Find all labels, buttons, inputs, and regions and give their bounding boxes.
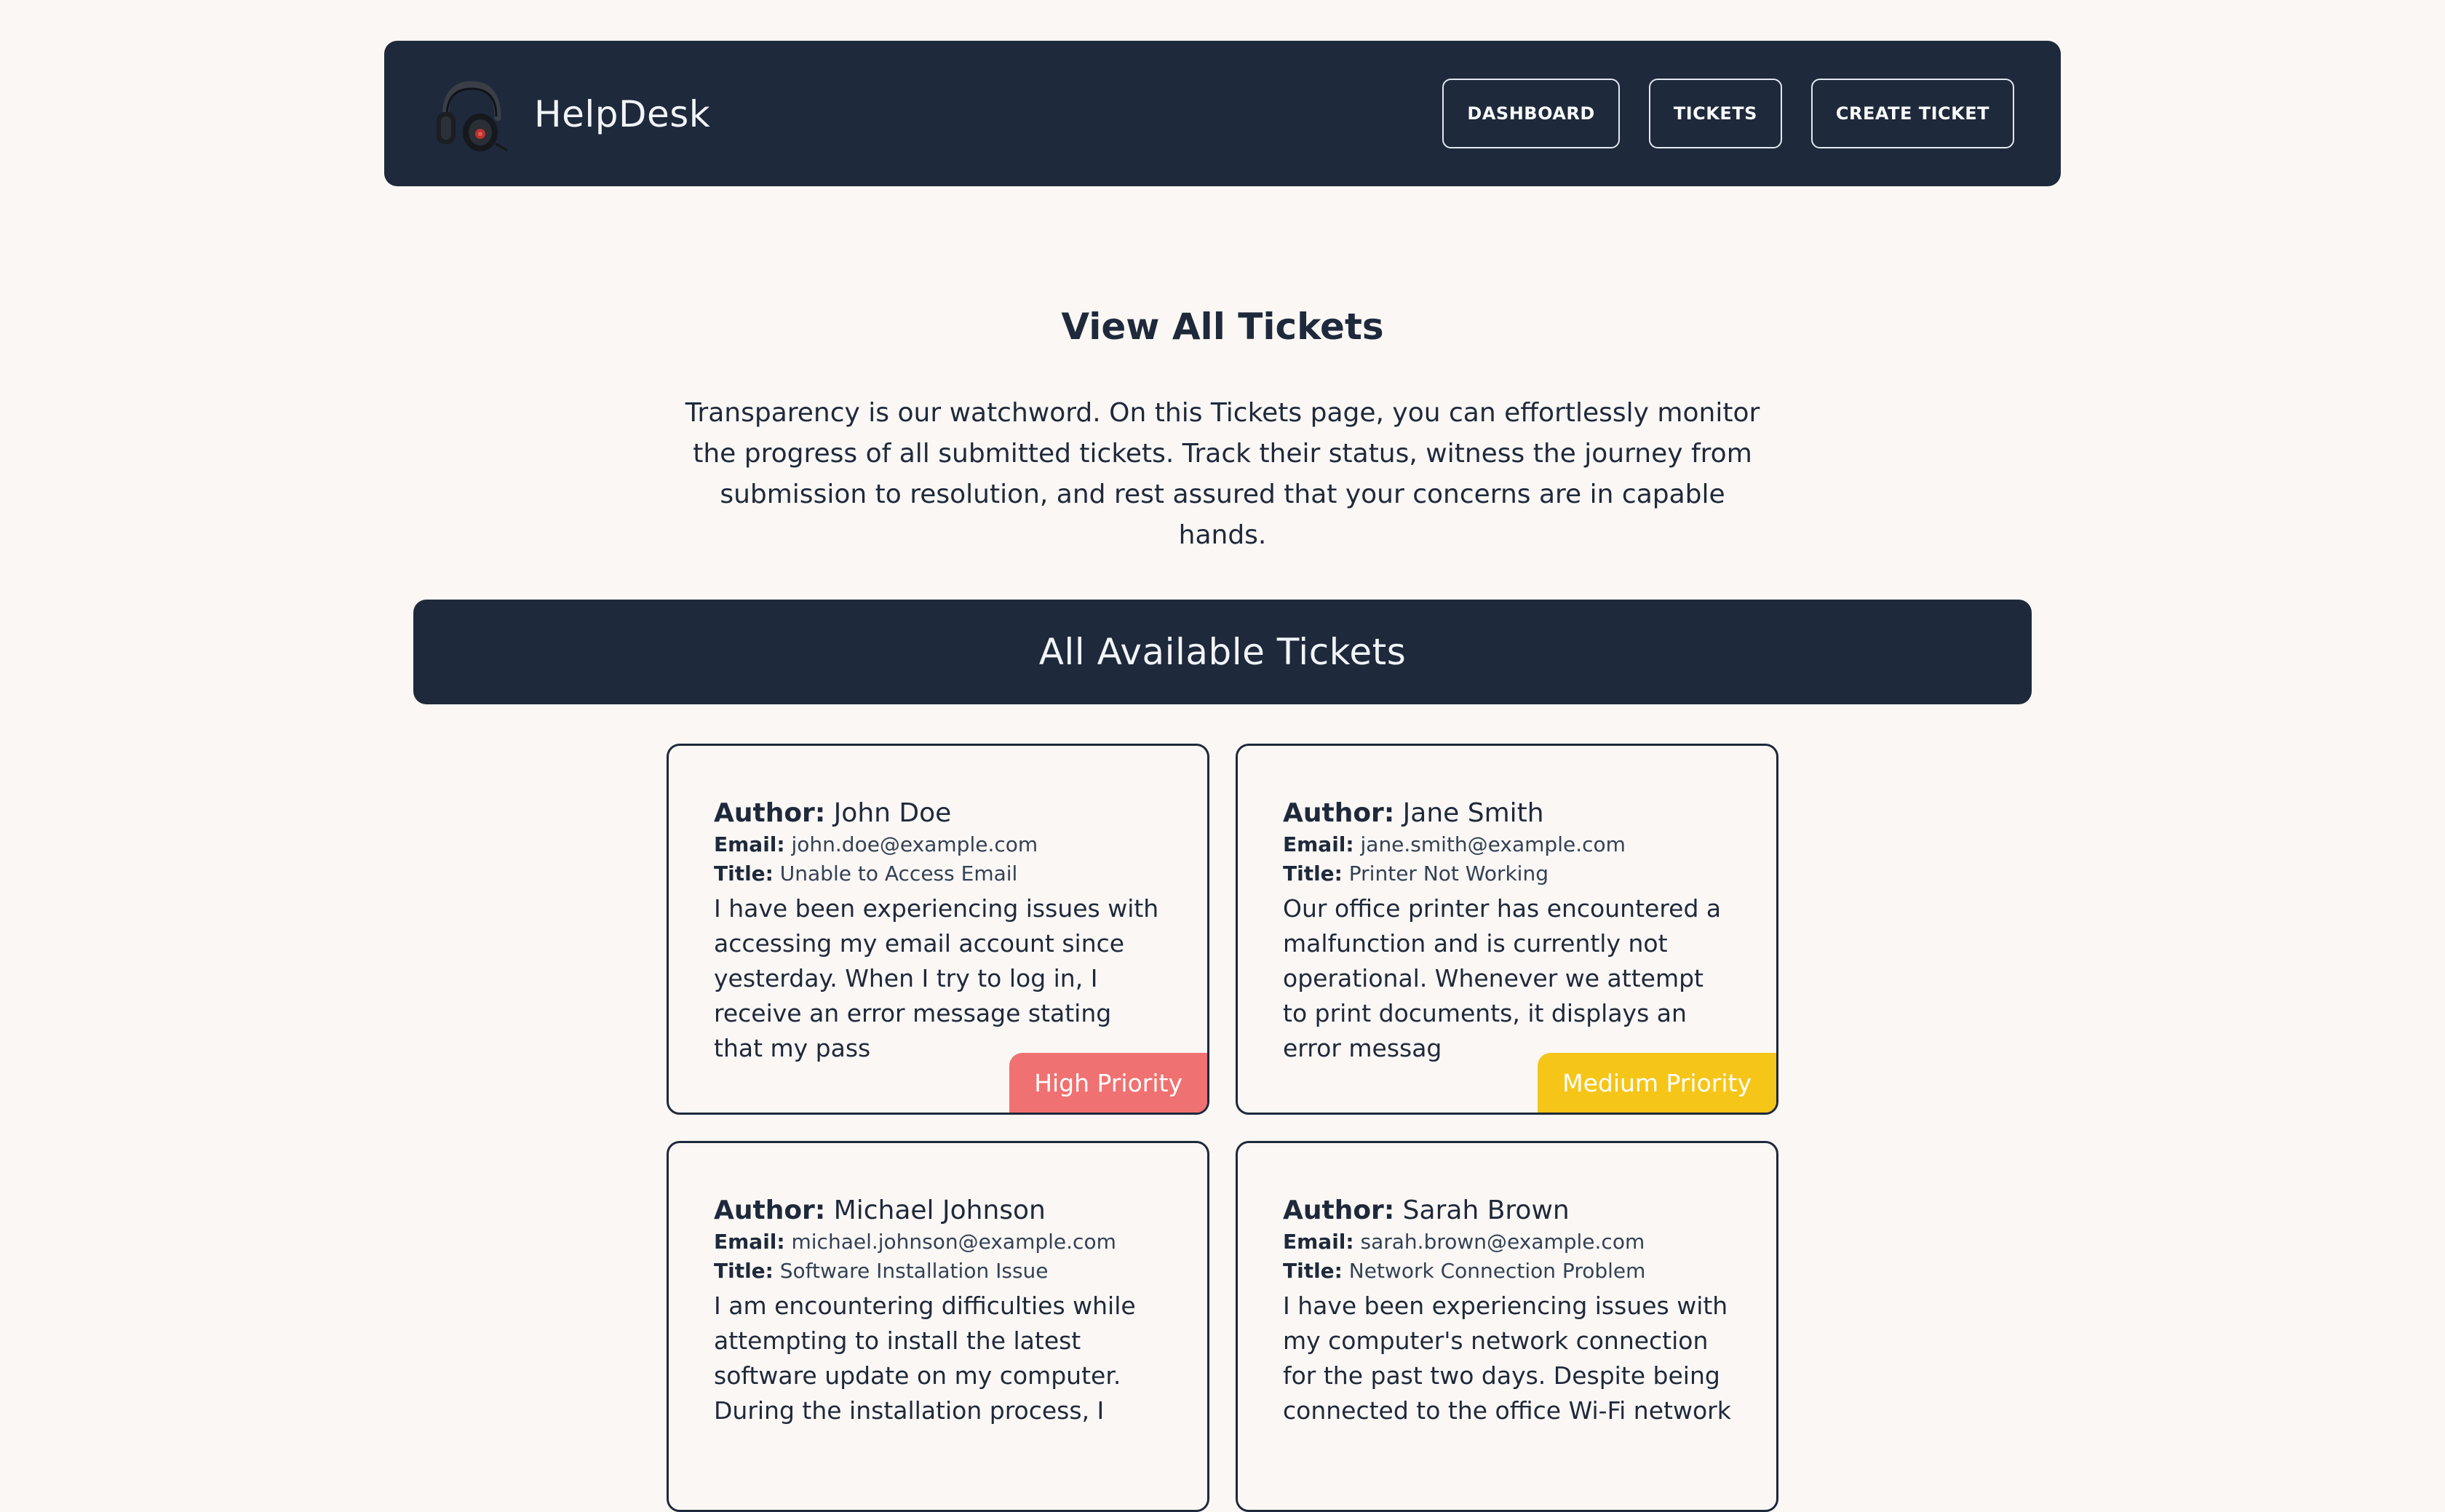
author-label: Author:	[714, 1195, 826, 1225]
priority-badge: Medium Priority	[1538, 1053, 1776, 1113]
email-value: michael.johnson@example.com	[791, 1230, 1116, 1254]
email-value: jane.smith@example.com	[1360, 832, 1626, 856]
ticket-grid: Author: John Doe Email: john.doe@example…	[667, 744, 1778, 1512]
nav-dashboard-button[interactable]: DASHBOARD	[1442, 79, 1620, 148]
ticket-card[interactable]: Author: John Doe Email: john.doe@example…	[667, 744, 1209, 1115]
email-value: sarah.brown@example.com	[1360, 1230, 1645, 1254]
headphones-icon	[437, 81, 508, 151]
title-value: Printer Not Working	[1348, 862, 1548, 886]
title-label: Title:	[714, 1259, 774, 1283]
priority-badge: High Priority	[1009, 1053, 1207, 1113]
main-nav: DASHBOARD TICKETS CREATE TICKET	[1442, 79, 2014, 148]
page-intro: Transparency is our watchword. On this T…	[685, 398, 1760, 550]
section-title: All Available Tickets	[1038, 631, 1407, 673]
author-value: Sarah Brown	[1402, 1195, 1570, 1225]
ticket-title: Title: Network Connection Problem	[1283, 1257, 1731, 1286]
ticket-description: I am encountering difficulties while att…	[714, 1292, 1136, 1425]
brand-name: HelpDesk	[534, 93, 711, 135]
navbar: HelpDesk DASHBOARD TICKETS CREATE TICKET	[384, 41, 2061, 186]
email-value: john.doe@example.com	[791, 832, 1038, 856]
ticket-description: I have been experiencing issues with acc…	[714, 894, 1159, 1062]
nav-create-ticket-button[interactable]: CREATE TICKET	[1810, 79, 2014, 148]
ticket-card[interactable]: Author: Michael Johnson Email: michael.j…	[667, 1141, 1209, 1512]
ticket-email: Email: sarah.brown@example.com	[1283, 1227, 1731, 1257]
email-label: Email:	[714, 1230, 785, 1254]
brand-link[interactable]: HelpDesk	[431, 74, 710, 154]
ticket-description: I have been experiencing issues with my …	[1283, 1292, 1731, 1425]
ticket-author: Author: Michael Johnson	[714, 1194, 1162, 1227]
title-label: Title:	[714, 862, 774, 886]
title-value: Network Connection Problem	[1348, 1259, 1646, 1283]
title-value: Software Installation Issue	[779, 1259, 1049, 1283]
author-label: Author:	[1283, 798, 1395, 828]
title-label: Title:	[1283, 1259, 1343, 1283]
author-label: Author:	[714, 798, 826, 828]
ticket-title: Title: Printer Not Working	[1283, 859, 1731, 888]
ticket-author: Author: Jane Smith	[1283, 797, 1731, 830]
ticket-email: Email: michael.johnson@example.com	[714, 1227, 1162, 1257]
title-value: Unable to Access Email	[779, 862, 1018, 886]
email-label: Email:	[1283, 832, 1354, 856]
section-banner: All Available Tickets	[413, 600, 2032, 704]
ticket-author: Author: John Doe	[714, 797, 1162, 830]
ticket-title: Title: Software Installation Issue	[714, 1257, 1162, 1286]
email-label: Email:	[714, 832, 785, 856]
ticket-card[interactable]: Author: Jane Smith Email: jane.smith@exa…	[1236, 744, 1778, 1115]
ticket-card[interactable]: Author: Sarah Brown Email: sarah.brown@e…	[1236, 1141, 1778, 1512]
page-title: View All Tickets	[1061, 306, 1384, 348]
email-label: Email:	[1283, 1230, 1354, 1254]
author-value: Michael Johnson	[833, 1195, 1046, 1225]
nav-tickets-button[interactable]: TICKETS	[1648, 79, 1782, 148]
author-value: Jane Smith	[1402, 798, 1544, 828]
ticket-email: Email: john.doe@example.com	[714, 830, 1162, 859]
ticket-description: Our office printer has encountered a mal…	[1283, 894, 1722, 1062]
ticket-author: Author: Sarah Brown	[1283, 1194, 1731, 1227]
ticket-email: Email: jane.smith@example.com	[1283, 830, 1731, 859]
author-value: John Doe	[833, 798, 952, 828]
ticket-title: Title: Unable to Access Email	[714, 859, 1162, 888]
title-label: Title:	[1283, 862, 1343, 886]
author-label: Author:	[1283, 1195, 1395, 1225]
